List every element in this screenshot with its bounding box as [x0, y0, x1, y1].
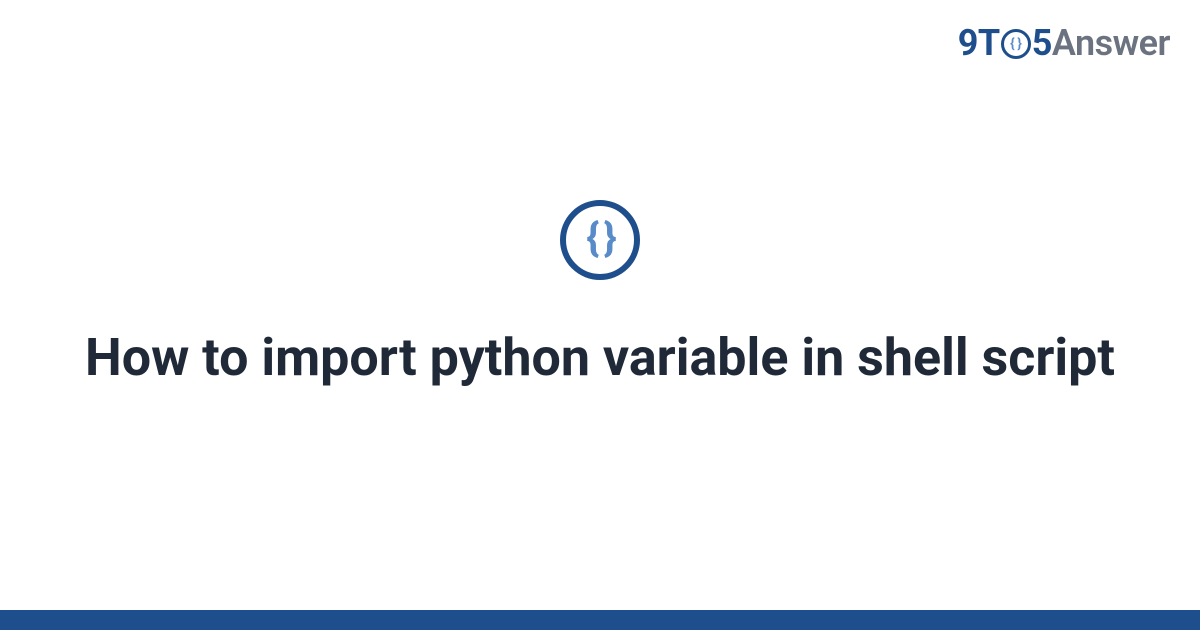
category-badge: { } — [560, 200, 640, 280]
page-title: How to import python variable in shell s… — [85, 325, 1115, 390]
footer-bar — [0, 610, 1200, 630]
braces-icon: { } — [586, 218, 613, 258]
main-content: { } How to import python variable in she… — [0, 0, 1200, 630]
